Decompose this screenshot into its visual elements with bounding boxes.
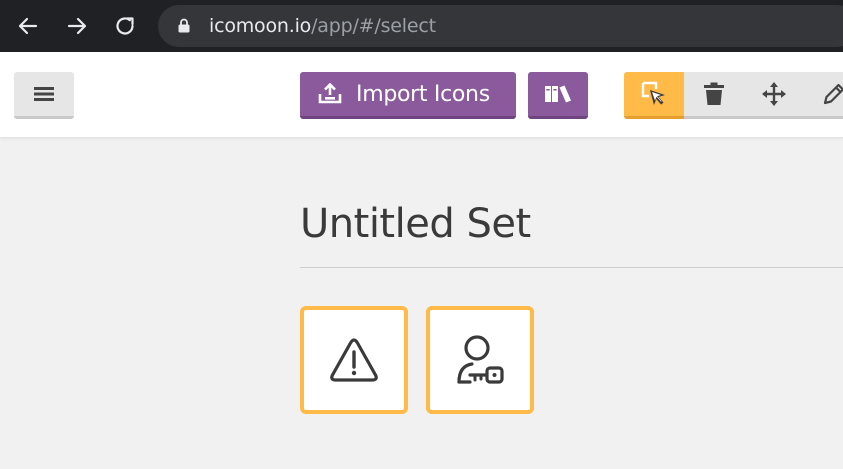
warning-triangle-icon [330,338,378,382]
url-path: /app/#/select [311,15,436,37]
url-text: icomoon.io/app/#/select [209,15,436,37]
back-arrow-icon [18,17,38,35]
reload-icon [116,17,134,35]
set-divider [300,267,843,268]
forward-button[interactable] [61,10,93,42]
browser-toolbar: icomoon.io/app/#/select [0,0,843,52]
menu-button[interactable] [14,72,74,119]
glyph-tile[interactable] [426,306,534,414]
hamburger-icon [34,87,54,101]
back-button[interactable] [12,10,44,42]
set-title[interactable]: Untitled Set [300,200,531,248]
move-mode-button[interactable] [744,72,804,119]
select-mode-button[interactable] [624,72,684,119]
upload-icon [318,83,342,104]
delete-mode-button[interactable] [684,72,744,119]
url-host: icomoon.io [209,15,312,37]
app-toolbar: Import Icons [0,52,843,138]
user-key-icon [457,335,504,384]
import-icons-label: Import Icons [356,81,490,107]
trash-icon [704,82,724,105]
mode-toolbar [624,72,843,119]
lock-icon [178,18,190,33]
select-cursor-icon [641,81,665,105]
glyph-tile[interactable] [300,306,408,414]
reload-button[interactable] [109,10,141,42]
books-icon [545,85,571,103]
icon-library-button[interactable] [528,72,588,119]
address-bar[interactable]: icomoon.io/app/#/select [158,5,843,47]
edit-mode-button[interactable] [804,72,843,119]
pencil-icon [823,83,843,105]
import-icons-button[interactable]: Import Icons [300,72,516,119]
forward-arrow-icon [67,17,87,35]
move-arrows-icon [762,82,786,106]
